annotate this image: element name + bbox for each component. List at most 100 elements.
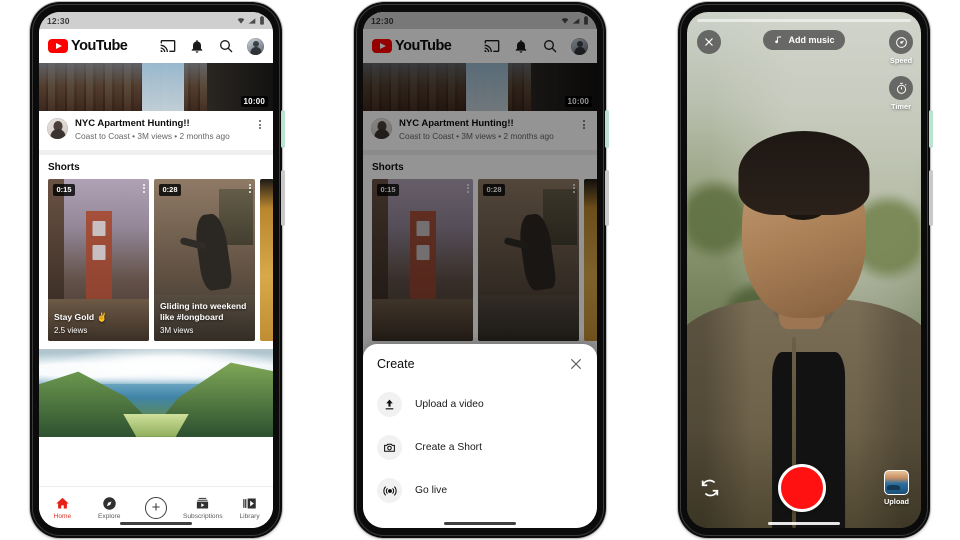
power-button[interactable] — [929, 110, 933, 148]
timer-tool-label: Timer — [891, 102, 911, 111]
screenshot-stage: 12:30 YouTube 10:00 NYC Apartment Huntin… — [0, 0, 960, 540]
create-bottom-sheet: Create Upload a video Create a Short Go … — [363, 344, 597, 528]
kebab-menu-icon[interactable] — [255, 118, 265, 129]
broadcast-icon — [377, 478, 402, 503]
close-icon[interactable] — [697, 30, 721, 54]
gallery-thumbnail — [883, 470, 909, 495]
phone1-screen: 12:30 YouTube 10:00 NYC Apartment Huntin… — [39, 12, 273, 528]
phone-shorts-camera: Add music Speed Timer Upload — [678, 2, 933, 538]
home-indicator — [120, 522, 192, 525]
camera-side-tools: Speed Timer — [889, 30, 913, 111]
nav-label-home: Home — [53, 512, 72, 520]
youtube-header: YouTube — [39, 29, 273, 63]
shorts-card-title: Gliding into weekend like #longboard — [160, 301, 247, 323]
shorts-card[interactable]: 0:28 Gliding into weekend like #longboar… — [154, 178, 255, 341]
sheet-title: Create — [377, 357, 415, 371]
video-subtitle: Coast to Coast • 3M views • 2 months ago — [75, 130, 230, 141]
phone-home: 12:30 YouTube 10:00 NYC Apartment Huntin… — [30, 2, 285, 538]
shorts-card-texts: Stay Gold ✌ 2.5 views — [54, 312, 143, 335]
home-indicator — [768, 522, 840, 525]
video-duration-badge: 10:00 — [240, 96, 268, 107]
video-title: NYC Apartment Hunting!! — [75, 118, 190, 129]
volume-button[interactable] — [281, 170, 285, 226]
youtube-logo[interactable]: YouTube — [48, 38, 128, 54]
close-icon[interactable] — [569, 357, 583, 371]
shorts-duration-badge: 0:28 — [159, 183, 182, 196]
sheet-item-go-live[interactable]: Go live — [363, 469, 597, 512]
sheet-header: Create — [363, 357, 597, 373]
channel-avatar[interactable] — [47, 118, 68, 139]
nav-label-library: Library — [239, 512, 260, 520]
plus-circle-icon[interactable]: + — [144, 496, 167, 519]
camera-top-bar: Add music — [687, 30, 921, 54]
upload-button[interactable]: Upload — [884, 470, 909, 506]
camera-bottom-bar: Upload — [687, 464, 921, 512]
video-meta-row[interactable]: NYC Apartment Hunting!! Coast to Coast •… — [39, 111, 273, 150]
sheet-item-label: Go live — [415, 485, 448, 496]
phone2-screen: 12:30 YouTube 10:00 NYC Apartment Huntin… — [363, 12, 597, 528]
youtube-play-icon — [48, 39, 68, 53]
video-texts: NYC Apartment Hunting!! Coast to Coast •… — [75, 118, 248, 142]
volume-button[interactable] — [605, 170, 609, 226]
add-music-button[interactable]: Add music — [763, 30, 845, 50]
subject-hair — [738, 130, 870, 215]
nav-item-home[interactable]: Home — [39, 496, 86, 520]
status-time: 12:30 — [47, 15, 70, 26]
wifi-icon — [237, 17, 245, 24]
status-icons — [237, 16, 265, 25]
sheet-item-upload-video[interactable]: Upload a video — [363, 383, 597, 426]
sheet-item-label: Upload a video — [415, 399, 484, 410]
volume-button[interactable] — [929, 170, 933, 226]
speed-tool[interactable]: Speed — [889, 30, 913, 65]
search-icon[interactable] — [218, 38, 234, 54]
cast-icon[interactable] — [160, 38, 176, 54]
sheet-item-create-short[interactable]: Create a Short — [363, 426, 597, 469]
shorts-card-peek[interactable] — [260, 178, 273, 341]
shorts-duration-badge: 0:15 — [53, 183, 76, 196]
upload-icon — [377, 392, 402, 417]
phone3-screen: Add music Speed Timer Upload — [687, 12, 921, 528]
music-note-icon — [775, 36, 782, 44]
shorts-art-tower — [85, 211, 112, 304]
home-indicator — [444, 522, 516, 525]
speed-tool-label: Speed — [889, 56, 913, 65]
battery-icon — [260, 16, 264, 25]
camera-icon — [377, 435, 402, 460]
recording-progress-bar — [697, 19, 911, 22]
nav-item-create[interactable]: + — [133, 496, 180, 519]
power-button[interactable] — [605, 110, 609, 148]
add-music-label: Add music — [788, 35, 835, 45]
bell-icon[interactable] — [189, 38, 205, 54]
sheet-item-list: Upload a video Create a Short Go live — [363, 383, 597, 512]
power-button[interactable] — [281, 110, 285, 148]
signal-icon — [248, 17, 256, 24]
phone-create-sheet: 12:30 YouTube 10:00 NYC Apartment Huntin… — [354, 2, 609, 538]
library-icon — [243, 498, 256, 508]
record-button[interactable] — [778, 464, 827, 512]
nav-item-library[interactable]: Library — [226, 496, 273, 520]
header-actions — [160, 37, 264, 55]
status-bar: 12:30 — [39, 12, 273, 29]
youtube-wordmark: YouTube — [71, 38, 128, 54]
subscriptions-icon — [197, 497, 209, 508]
nav-item-subscriptions[interactable]: Subscriptions — [179, 496, 226, 520]
shorts-card-views: 2.5 views — [54, 325, 88, 335]
shorts-kebab-icon[interactable] — [143, 183, 145, 193]
timer-tool[interactable]: Timer — [889, 76, 913, 111]
shorts-section-title: Shorts — [39, 154, 273, 179]
shorts-card-views: 3M views — [160, 325, 194, 335]
camera-flip-icon[interactable] — [699, 477, 721, 499]
nav-label-explore: Explore — [98, 512, 121, 520]
thumbnail-sky — [141, 63, 185, 111]
video-thumbnail[interactable]: 10:00 — [39, 63, 273, 111]
timer-icon — [889, 76, 913, 100]
nav-item-explore[interactable]: Explore — [86, 496, 133, 520]
account-avatar[interactable] — [247, 37, 264, 55]
second-video-thumbnail[interactable] — [39, 348, 273, 437]
shorts-card[interactable]: 0:15 Stay Gold ✌ 2.5 views — [48, 178, 149, 341]
sheet-item-label: Create a Short — [415, 442, 482, 453]
shorts-row: 0:15 Stay Gold ✌ 2.5 views 0:28 Gliding … — [39, 178, 273, 341]
upload-label: Upload — [883, 497, 909, 506]
compass-icon — [102, 496, 116, 510]
shorts-kebab-icon[interactable] — [249, 183, 251, 193]
